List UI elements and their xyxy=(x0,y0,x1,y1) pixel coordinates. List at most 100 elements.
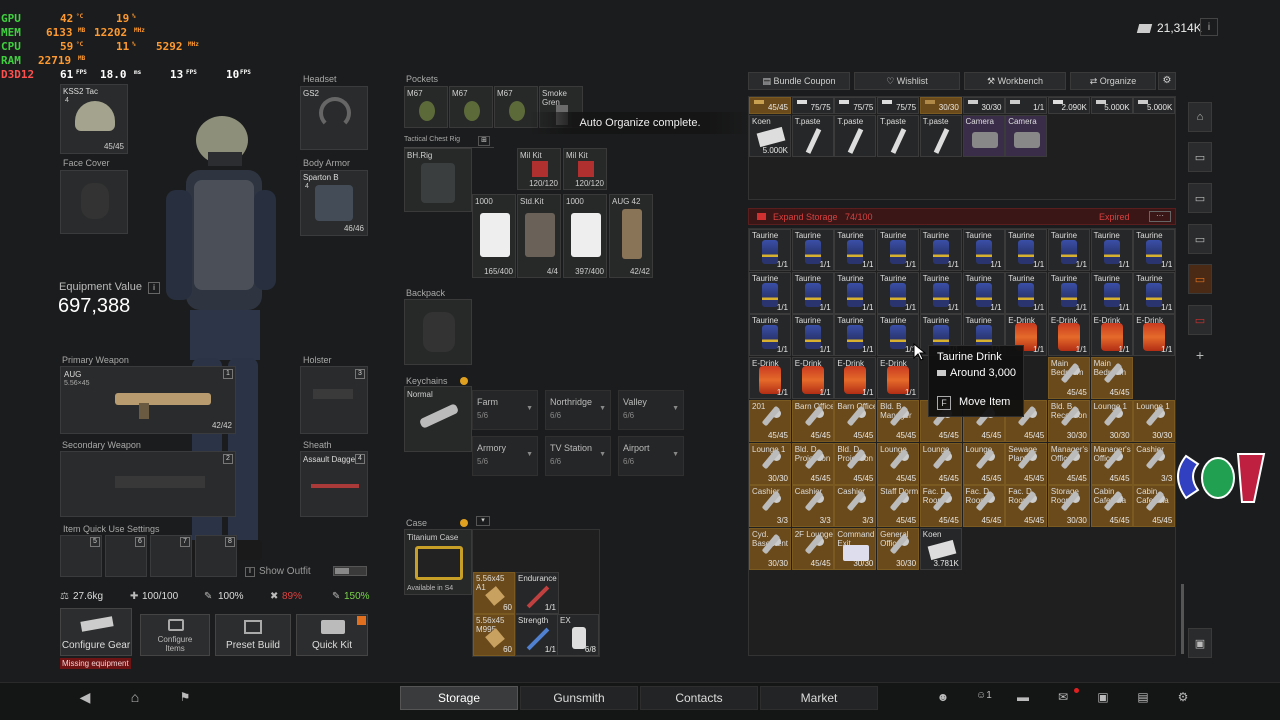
key-item[interactable]: Lounge 1 30/30 xyxy=(1090,399,1133,442)
stash-item[interactable]: Koen 5.000K xyxy=(749,115,791,157)
add-stash-tab-button[interactable]: + xyxy=(1188,340,1212,370)
key-item[interactable]: Fac. D Room 45/45 xyxy=(919,485,962,528)
stash-item[interactable]: T.paste xyxy=(919,115,962,157)
key-item[interactable]: General Office 30/30 xyxy=(877,527,920,570)
stash-tab-5-button[interactable]: ▭ xyxy=(1188,264,1212,294)
key-item[interactable]: Lounge 1 30/30 xyxy=(749,442,791,485)
taurine-drink-item[interactable]: Taurine 1/1 xyxy=(1090,229,1133,271)
taurine-drink-item[interactable]: Taurine 1/1 xyxy=(1133,271,1176,314)
taurine-drink-item[interactable]: Taurine 1/1 xyxy=(1047,271,1090,314)
taurine-drink-item[interactable]: Taurine 1/1 xyxy=(791,271,834,314)
rig-item[interactable]: Mil Kit 120/120 xyxy=(563,148,607,190)
key-item[interactable]: Bld. D Projection45/45 xyxy=(834,442,877,485)
friends-icon[interactable]: ☻ xyxy=(932,686,954,708)
case-item[interactable]: EX 6/8 xyxy=(557,614,599,656)
e-drink-item[interactable]: E-Drink 1/1 xyxy=(791,357,834,400)
key-item[interactable]: 2F Lounge 45/45 xyxy=(791,527,834,570)
taurine-drink-item[interactable]: Taurine 1/1 xyxy=(919,229,962,271)
keychain-map-northridge[interactable]: Northridge 6/6 ▼ xyxy=(545,390,611,430)
taurine-drink-item[interactable]: Taurine 1/1 xyxy=(1090,271,1133,314)
body-armor-slot[interactable]: Sparton B 4 46/46 xyxy=(300,170,368,236)
stash-tab-4-button[interactable]: ▭ xyxy=(1188,224,1212,254)
taurine-drink-item[interactable]: Taurine 1/1 xyxy=(749,271,791,314)
shop-icon[interactable]: ▣ xyxy=(1092,686,1114,708)
taurine-drink-item[interactable]: Taurine 1/1 xyxy=(1005,229,1048,271)
pocket-slot[interactable]: M67 xyxy=(449,86,493,128)
stash-item[interactable]: 5.000K xyxy=(1133,97,1176,114)
tab-gunsmith[interactable]: Gunsmith xyxy=(520,686,638,710)
stash-item[interactable]: 5.000K xyxy=(1090,97,1133,114)
preset-build-button[interactable]: Preset Build xyxy=(215,614,291,656)
taurine-drink-item[interactable]: Taurine 1/1 xyxy=(1133,229,1176,271)
stash-item[interactable]: 75/75 xyxy=(834,97,877,114)
keycard-item[interactable]: Command Exit 30/30 xyxy=(834,527,877,570)
stash-item[interactable]: 75/75 xyxy=(877,97,920,114)
workbench-tab[interactable]: ⚒ Workbench xyxy=(964,72,1066,90)
key-item[interactable]: Bld. B Reception30/30 xyxy=(1047,399,1090,442)
home-icon[interactable]: ⌂ xyxy=(124,686,146,708)
rig-menu-icon[interactable]: ⊞ xyxy=(478,136,490,146)
keychain-map-tv-station[interactable]: TV Station 6/6 ▼ xyxy=(545,436,611,476)
taurine-drink-item[interactable]: Taurine 1/1 xyxy=(1047,229,1090,271)
configure-gear-button[interactable]: Configure Gear xyxy=(60,608,132,656)
secondary-weapon-slot[interactable]: 2 xyxy=(60,451,236,517)
e-drink-item[interactable]: E-Drink 1/1 xyxy=(1090,314,1133,357)
backpack-slot[interactable] xyxy=(404,299,472,365)
headwear-slot[interactable]: KSS2 Tac 4 45/45 xyxy=(60,84,128,154)
case-item[interactable]: Endurance 1/1 xyxy=(515,572,559,614)
key-item[interactable]: Lounge 1 30/30 xyxy=(1133,399,1176,442)
taurine-drink-item[interactable]: Taurine 1/1 xyxy=(877,229,920,271)
quick-use-slot-6[interactable]: 6 xyxy=(105,535,147,577)
mail-icon[interactable]: ✉ xyxy=(1052,686,1074,708)
key-item[interactable]: Lounge 45/45 xyxy=(962,442,1005,485)
stash-item[interactable]: 30/30 xyxy=(962,97,1005,114)
party-button[interactable]: ☺1 xyxy=(976,690,992,701)
notes-icon[interactable]: ▤ xyxy=(1132,686,1154,708)
key-item[interactable]: Lounge 45/45 xyxy=(919,442,962,485)
rig-item[interactable]: 1000 165/400 xyxy=(472,194,516,278)
taurine-drink-item[interactable]: Taurine 1/1 xyxy=(791,314,834,357)
primary-weapon-slot[interactable]: AUG 5.56×45 1 42/42 xyxy=(60,366,236,434)
e-drink-item[interactable]: E-Drink 1/1 xyxy=(877,357,920,400)
currency-info-button[interactable]: i xyxy=(1200,18,1218,36)
more-options-button[interactable]: ··· xyxy=(1149,211,1171,222)
key-item[interactable]: Cyd. Basement30/30 xyxy=(749,527,791,570)
stash-bottom-button[interactable]: ▣ xyxy=(1188,628,1212,658)
stash-item[interactable]: 30/30 xyxy=(919,97,962,114)
taurine-drink-item[interactable]: Taurine 1/1 xyxy=(791,229,834,271)
e-drink-item[interactable]: E-Drink 1/1 xyxy=(834,357,877,400)
keychain-map-valley[interactable]: Valley 6/6 ▼ xyxy=(618,390,684,430)
taurine-drink-item[interactable]: Taurine 1/1 xyxy=(962,229,1005,271)
taurine-drink-item[interactable]: Taurine 1/1 xyxy=(834,314,877,357)
settings-gear-icon[interactable]: ⚙ xyxy=(1172,686,1194,708)
quick-use-slot-7[interactable]: 7 xyxy=(150,535,192,577)
key-item[interactable]: Bld. B Manager45/45 xyxy=(877,399,920,442)
configure-items-button[interactable]: Configure Items xyxy=(140,614,210,656)
equipment-value-info-icon[interactable]: i xyxy=(148,282,160,294)
key-item[interactable]: Manager's Office 45/45 xyxy=(1090,442,1133,485)
key-item[interactable]: Lounge 45/45 xyxy=(877,442,920,485)
taurine-drink-item[interactable]: Taurine 1/1 xyxy=(749,229,791,271)
keychain-slot[interactable]: Normal xyxy=(404,386,472,452)
key-item[interactable]: Fac. D Room 45/45 xyxy=(1005,485,1048,528)
rig-item[interactable]: Mil Kit 120/120 xyxy=(517,148,561,190)
quick-use-slot-5[interactable]: 5 xyxy=(60,535,102,577)
key-item[interactable]: Fac. D Room 45/45 xyxy=(962,485,1005,528)
stash-item[interactable]: Camera xyxy=(962,115,1005,157)
key-item[interactable]: Cashier 3/3 xyxy=(791,485,834,528)
rig-item[interactable]: 1000 397/400 xyxy=(563,194,607,278)
case-item[interactable]: 5.56x45 M995 60 xyxy=(473,614,515,656)
cash-item[interactable]: Koen 3.781K xyxy=(919,527,962,570)
tab-market[interactable]: Market xyxy=(760,686,878,710)
tab-storage[interactable]: Storage xyxy=(400,686,518,710)
stash-tab-2-button[interactable]: ▭ xyxy=(1188,142,1212,172)
e-drink-item[interactable]: E-Drink 1/1 xyxy=(1133,314,1176,357)
keychain-map-airport[interactable]: Airport 6/6 ▼ xyxy=(618,436,684,476)
stash-item[interactable]: Camera xyxy=(1005,115,1048,157)
stash-item[interactable]: 75/75 xyxy=(791,97,834,114)
organize-settings-icon[interactable]: ⚙ xyxy=(1158,72,1176,90)
case-slot[interactable]: Titanium Case Available in S4 xyxy=(404,529,472,595)
stash-item[interactable]: T.paste xyxy=(834,115,877,157)
quick-kit-button[interactable]: Quick Kit xyxy=(296,614,368,656)
back-button[interactable]: ◀ xyxy=(74,686,96,708)
